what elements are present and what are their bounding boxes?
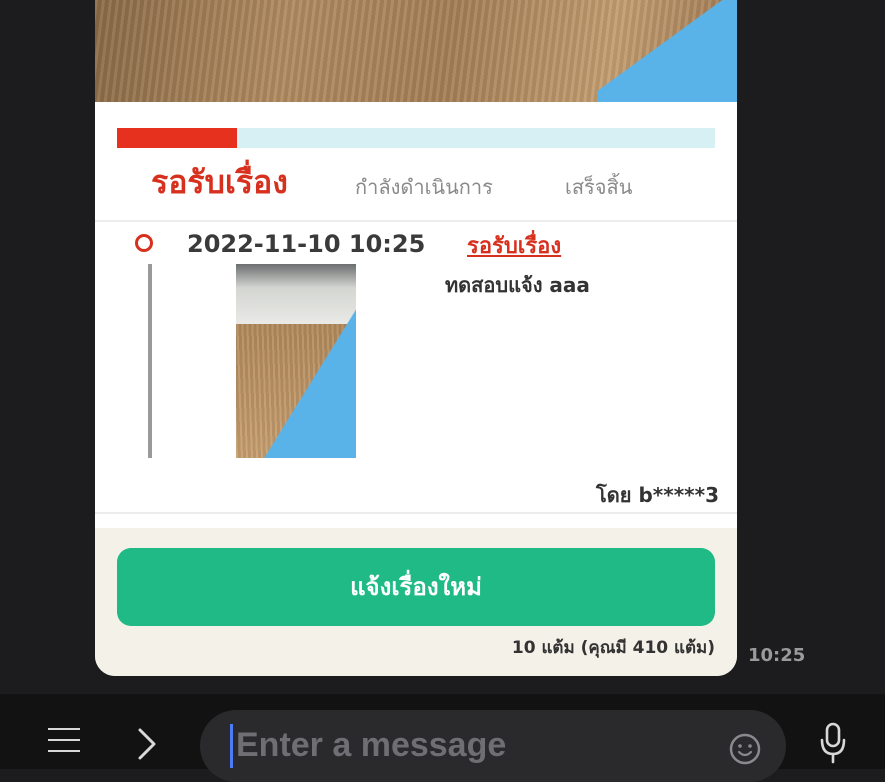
step-done: เสร็จสิ้น [565,175,633,199]
hero-photo [95,0,737,102]
status-progress-bar [117,128,715,148]
microphone-icon[interactable] [818,722,848,766]
timeline-dot-icon [135,234,153,252]
menu-icon[interactable] [48,728,80,760]
timeline-photo[interactable] [236,264,356,458]
timeline-line [148,264,152,458]
new-report-button[interactable]: แจ้งเรื่องใหม่ [117,548,715,626]
chevron-right-icon[interactable] [134,724,160,764]
step-pending: รอรับเรื่อง [151,163,288,201]
message-input[interactable]: Enter a message [200,710,786,782]
timeline-author: โดย b*****3 [596,483,719,507]
points-text: 10 แต้ม (คุณมี 410 แต้ม) [511,638,715,658]
timeline-message: ทดสอบแจ้ง aaa [445,273,590,297]
timeline-status-link[interactable]: รอรับเรื่อง [467,230,561,262]
timeline-datetime: 2022-11-10 10:25 [187,230,426,258]
status-card: รอรับเรื่อง กำลังดำเนินการ เสร็จสิ้น 202… [95,0,737,676]
card-footer: แจ้งเรื่องใหม่ 10 แต้ม (คุณมี 410 แต้ม) [95,528,737,676]
divider [95,220,737,222]
chat-input-bar: Enter a message [0,694,885,782]
divider [95,512,737,514]
message-input-placeholder: Enter a message [236,726,507,764]
text-caret [230,724,233,768]
emoji-icon[interactable] [728,732,762,766]
status-steps: รอรับเรื่อง กำลังดำเนินการ เสร็จสิ้น [95,160,737,212]
step-in-progress: กำลังดำเนินการ [355,175,493,199]
status-progress-fill [117,128,237,148]
message-timestamp: 10:25 [748,645,806,666]
